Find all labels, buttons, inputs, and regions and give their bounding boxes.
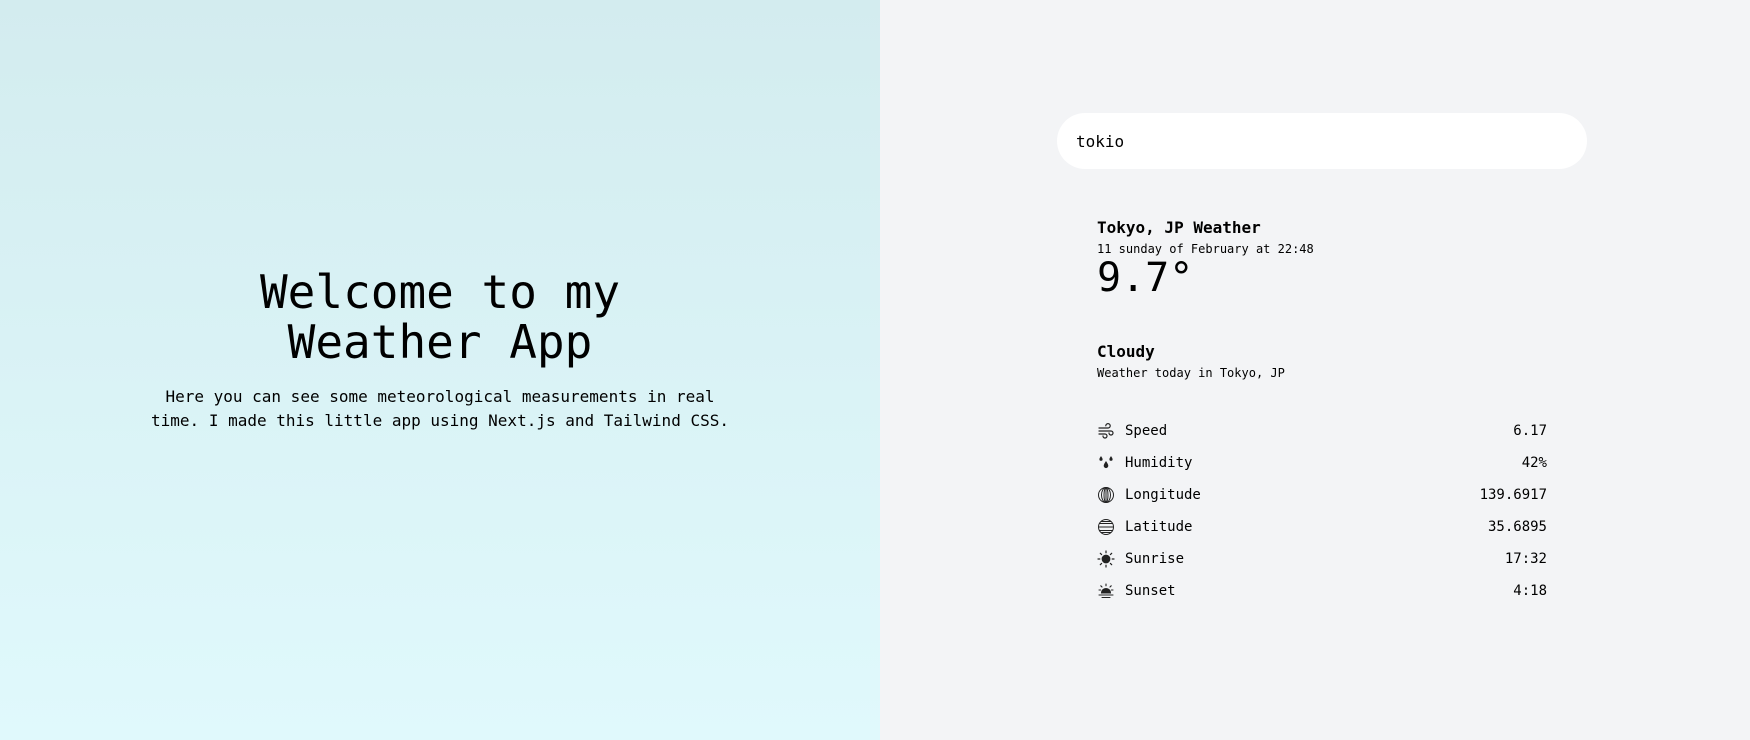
temperature: 9.7° — [1097, 255, 1194, 301]
stat-label: Sunset — [1125, 583, 1176, 599]
hero-description: Here you can see some meteorological mea… — [151, 387, 729, 430]
hero-title: Welcome to my Weather App — [259, 265, 621, 369]
stat-label: Longitude — [1125, 487, 1201, 503]
stat-value: 6.17 — [1513, 423, 1547, 439]
stat-value: 17:32 — [1504, 551, 1547, 567]
stat-humidity: Humidity 42% — [1097, 447, 1547, 479]
stat-speed: Speed 6.17 — [1097, 415, 1547, 447]
sun-icon — [1097, 550, 1115, 568]
wind-icon — [1097, 422, 1115, 440]
search-input[interactable] — [1074, 130, 1570, 152]
globe-latitude-icon — [1097, 518, 1115, 536]
condition-subtitle: Weather today in Tokyo, JP — [1097, 366, 1285, 380]
globe-longitude-icon — [1097, 486, 1115, 504]
stat-value: 35.6895 — [1487, 519, 1547, 535]
weather-card: Tokyo, JP Weather 11 sunday of February … — [1097, 217, 1547, 607]
stats-list: Speed 6.17 Humidity 42% Longitude 139.69… — [1097, 415, 1547, 607]
stat-label: Sunrise — [1125, 551, 1185, 567]
stat-sunset: Sunset 4:18 — [1097, 575, 1547, 607]
stat-value: 4:18 — [1513, 583, 1547, 599]
condition-title: Cloudy — [1097, 342, 1155, 361]
stat-sunrise: Sunrise 17:32 — [1097, 543, 1547, 575]
stat-label: Latitude — [1125, 519, 1193, 535]
stat-longitude: Longitude 139.6917 — [1097, 479, 1547, 511]
stat-value: 42% — [1521, 455, 1547, 471]
droplets-icon — [1097, 454, 1115, 472]
sunset-icon — [1097, 582, 1115, 600]
stat-label: Humidity — [1125, 455, 1193, 471]
stat-latitude: Latitude 35.6895 — [1097, 511, 1547, 543]
search-bar[interactable] — [1057, 113, 1587, 169]
stat-label: Speed — [1125, 423, 1168, 439]
weather-panel: Tokyo, JP Weather 11 sunday of February … — [880, 0, 1750, 740]
city-title: Tokyo, JP Weather — [1097, 218, 1261, 237]
stat-value: 139.6917 — [1479, 487, 1547, 503]
hero-section: Welcome to my Weather App Here you can s… — [0, 0, 880, 740]
